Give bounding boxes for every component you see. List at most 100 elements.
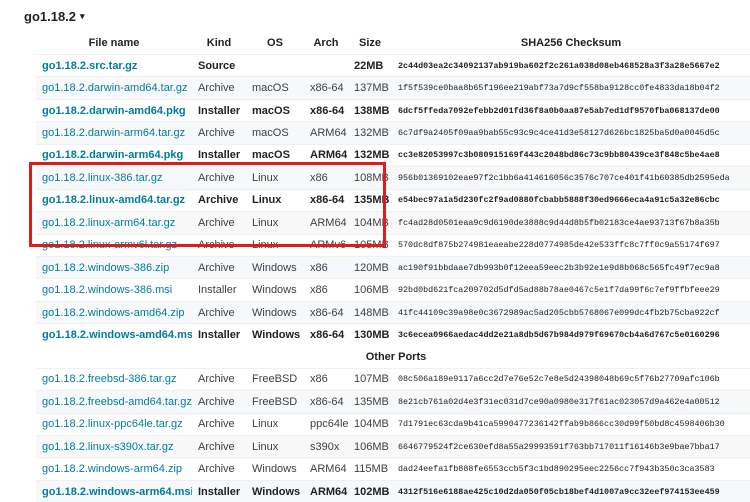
arch-cell: ARM64 <box>304 143 348 167</box>
arch-cell: x86 <box>304 255 348 279</box>
file-name-cell: go1.18.2.darwin-amd64.tar.gz <box>36 76 192 100</box>
col-header-checksum: SHA256 Checksum <box>520 37 622 49</box>
download-link[interactable]: go1.18.2.darwin-arm64.pkg <box>42 149 183 161</box>
file-name-cell: go1.18.2.windows-arm64.zip <box>36 457 192 481</box>
arch-cell: ARM64 <box>304 457 348 481</box>
download-link[interactable]: go1.18.2.darwin-amd64.tar.gz <box>42 82 188 94</box>
table-row: go1.18.2.linux-386.tar.gz Archive Linux x86… <box>36 166 750 190</box>
arch-cell: x86-64 <box>304 98 348 122</box>
size-cell: 106MB <box>348 434 392 458</box>
download-link[interactable]: go1.18.2.linux-amd64.tar.gz <box>42 194 185 206</box>
table-row: go1.18.2.linux-amd64.tar.gz Archive Linux x… <box>36 188 750 212</box>
size-cell: 130MB <box>348 323 392 346</box>
caret-down-icon: ▾ <box>80 10 85 21</box>
arch-cell: x86 <box>304 367 348 391</box>
arch-cell <box>304 53 348 77</box>
version-toggle[interactable]: go1.18.2 ▾ <box>24 6 85 26</box>
download-link[interactable]: go1.18.2.linux-arm64.tar.gz <box>42 217 175 229</box>
size-cell: 22MB <box>348 53 392 77</box>
kind-cell: Archive <box>192 300 246 324</box>
featured-downloads: go1.18.2.src.tar.gz Source 22MB 2c44d03ea2c… <box>36 53 750 346</box>
col-header-file-name: File name <box>88 37 140 49</box>
download-link[interactable]: go1.18.2.linux-s390x.tar.gz <box>42 441 173 453</box>
checksum-cell: 2c44d03ea2c34092137ab919ba602f2c261a038d… <box>392 53 750 77</box>
other-ports-title: Other Ports <box>36 345 750 369</box>
download-link[interactable]: go1.18.2.freebsd-amd64.tar.gz <box>42 396 192 408</box>
os-cell: macOS <box>246 76 304 100</box>
size-cell: 132MB <box>348 143 392 167</box>
download-link[interactable]: go1.18.2.windows-arm64.zip <box>42 463 182 475</box>
os-cell: Linux <box>246 434 304 458</box>
table-header-row: File name Kind OS Arch Size SHA256 Check… <box>36 32 750 55</box>
table-row: go1.18.2.darwin-arm64.pkg Installer macOS A… <box>36 143 750 167</box>
table-row: go1.18.2.darwin-amd64.pkg Installer macOS x… <box>36 98 750 122</box>
size-cell: 115MB <box>348 457 392 481</box>
download-link[interactable]: go1.18.2.darwin-amd64.pkg <box>42 105 186 117</box>
kind-cell: Installer <box>192 98 246 122</box>
download-link[interactable]: go1.18.2.darwin-arm64.tar.gz <box>42 127 185 139</box>
kind-cell: Archive <box>192 188 246 212</box>
download-link[interactable]: go1.18.2.linux-armv6l.tar.gz <box>42 239 177 251</box>
os-cell: Windows <box>246 479 304 502</box>
arch-cell: x86 <box>304 278 348 302</box>
download-link[interactable]: go1.18.2.windows-arm64.msi <box>42 486 192 498</box>
col-header-kind: Kind <box>206 37 232 49</box>
checksum-cell: 6dcf5ffeda7092efebb2d01fd36f8a0b0aa87e5a… <box>392 98 750 122</box>
os-cell: macOS <box>246 143 304 167</box>
table-row: go1.18.2.windows-386.zip Archive Windows x8… <box>36 255 750 279</box>
size-cell: 105MB <box>348 233 392 257</box>
file-name-cell: go1.18.2.freebsd-amd64.tar.gz <box>36 390 192 414</box>
download-link[interactable]: go1.18.2.linux-ppc64le.tar.gz <box>42 418 183 430</box>
os-cell: Windows <box>246 457 304 481</box>
kind-cell: Source <box>192 53 246 77</box>
download-link[interactable]: go1.18.2.windows-amd64.msi <box>42 329 192 341</box>
file-name-cell: go1.18.2.windows-386.msi <box>36 278 192 302</box>
size-cell: 104MB <box>348 211 392 234</box>
size-cell: 102MB <box>348 479 392 502</box>
kind-cell: Installer <box>192 323 246 346</box>
checksum-cell: fc4ad28d0501eaa9c9d6190de3888c9d44d8b5fb… <box>392 211 750 234</box>
table-row: go1.18.2.freebsd-amd64.tar.gz Archive Free… <box>36 390 750 414</box>
os-cell: Windows <box>246 278 304 302</box>
size-cell: 138MB <box>348 98 392 122</box>
checksum-cell: 6646779524f2ce630efd8a55a29993591f763bb7… <box>392 434 750 458</box>
kind-cell: Installer <box>192 278 246 302</box>
file-name-cell: go1.18.2.linux-s390x.tar.gz <box>36 434 192 458</box>
download-link[interactable]: go1.18.2.src.tar.gz <box>42 60 137 72</box>
version-title: go1.18.2 <box>24 8 77 24</box>
os-cell: Windows <box>246 255 304 279</box>
arch-cell: ARM64 <box>304 121 348 145</box>
checksum-cell: 3c6ecea0966aedac4dd2e21a8db5d67b984d979f… <box>392 323 750 346</box>
os-cell: Linux <box>246 166 304 190</box>
file-name-cell: go1.18.2.freebsd-386.tar.gz <box>36 367 192 391</box>
download-link[interactable]: go1.18.2.windows-386.msi <box>42 284 172 296</box>
col-header-arch: Arch <box>313 37 339 49</box>
kind-cell: Installer <box>192 479 246 502</box>
download-link[interactable]: go1.18.2.windows-386.zip <box>42 262 169 274</box>
checksum-cell: ac190f91bbdaae7db993b0f12eea59eec2b3b92e… <box>392 255 750 279</box>
file-name-cell: go1.18.2.linux-arm64.tar.gz <box>36 211 192 234</box>
download-link[interactable]: go1.18.2.freebsd-386.tar.gz <box>42 373 177 385</box>
size-cell: 135MB <box>348 188 392 212</box>
download-link[interactable]: go1.18.2.linux-386.tar.gz <box>42 172 162 184</box>
arch-cell: x86-64 <box>304 390 348 414</box>
os-cell: FreeBSD <box>246 390 304 414</box>
table-row: go1.18.2.darwin-arm64.tar.gz Archive macOS… <box>36 121 750 145</box>
size-cell: 120MB <box>348 255 392 279</box>
checksum-cell: 1f5f539ce0baa8b65f196ee219abf73a7d9cf558… <box>392 76 750 100</box>
os-cell: Linux <box>246 188 304 212</box>
arch-cell: ARM64 <box>304 211 348 234</box>
file-name-cell: go1.18.2.linux-amd64.tar.gz <box>36 188 192 212</box>
kind-cell: Archive <box>192 76 246 100</box>
size-cell: 148MB <box>348 300 392 324</box>
file-name-cell: go1.18.2.windows-arm64.msi <box>36 479 192 502</box>
arch-cell: ARMv6 <box>304 233 348 257</box>
size-cell: 104MB <box>348 412 392 436</box>
kind-cell: Archive <box>192 121 246 145</box>
arch-cell: ARM64 <box>304 479 348 502</box>
file-name-cell: go1.18.2.darwin-amd64.pkg <box>36 98 192 122</box>
arch-cell: x86-64 <box>304 76 348 100</box>
col-header-size: Size <box>358 37 381 49</box>
size-cell: 135MB <box>348 390 392 414</box>
download-link[interactable]: go1.18.2.windows-amd64.zip <box>42 307 184 319</box>
